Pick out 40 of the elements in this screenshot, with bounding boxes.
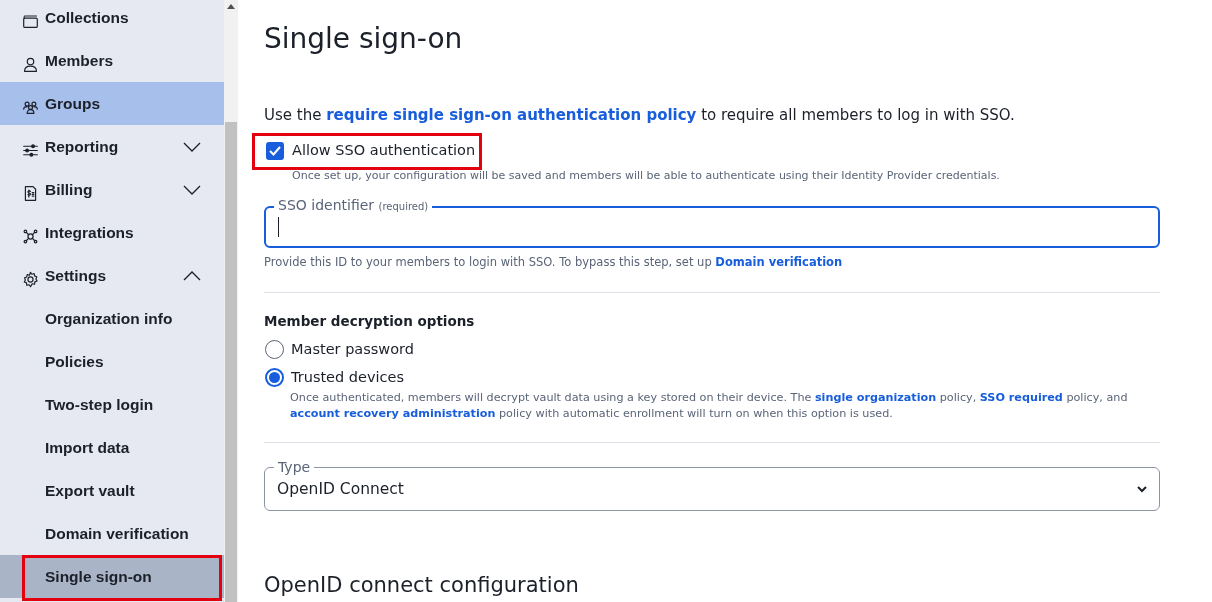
sidebar-item[interactable]: Domain verification — [0, 512, 224, 555]
text-cursor — [278, 217, 279, 238]
sidebar-item[interactable]: Integrations — [0, 211, 224, 254]
scroll-up-icon[interactable] — [227, 4, 235, 9]
link[interactable]: Domain verification — [715, 255, 843, 270]
link[interactable]: single organization — [814, 391, 937, 405]
sidebar-item[interactable]: Export vault — [0, 469, 224, 512]
option-description: Once authenticated, members will decrypt vault data using a key stored on their device. The single organization policy, SSO required policy, and account recovery administration policy with automatic enrollment will turn on when this option is used. — [289, 390, 1129, 423]
hint-text: Once set up, your configuration will be saved and members will be able to authenticate using their Identity Provider credentials. — [291, 167, 1001, 184]
link[interactable]: SSO required — [979, 391, 1063, 405]
page-title: Single sign-on — [264, 22, 464, 56]
checkbox-label: Allow SSO authentication — [292, 141, 476, 161]
sidebar-item[interactable]: Groups — [0, 82, 224, 125]
sidebar-item[interactable]: Billing — [0, 168, 224, 211]
sidebar-item[interactable]: Members — [0, 39, 224, 82]
section-heading: OpenID connect configuration — [264, 573, 580, 599]
radio-label: Master password — [291, 339, 414, 359]
chevron-icon — [182, 269, 202, 282]
link[interactable]: account recovery administration — [290, 407, 496, 421]
checkbox-row[interactable]: Allow SSO authentication — [252, 133, 483, 170]
sidebar-item[interactable]: Two-step login — [0, 383, 224, 426]
radio-button[interactable] — [265, 340, 284, 360]
sidebar-item[interactable]: Reporting — [0, 125, 224, 168]
sidebar-item[interactable]: Settings — [0, 254, 224, 297]
sidebar-item[interactable]: Single sign-on — [0, 555, 224, 598]
sidebar-item[interactable]: Import data — [0, 426, 224, 469]
sidebar-item[interactable]: Policies — [0, 340, 224, 383]
link[interactable]: require single sign-on authentication policy — [326, 105, 697, 124]
caret-icon — [1137, 485, 1147, 493]
radio-button[interactable] — [265, 367, 284, 387]
radio-label: Trusted devices — [291, 367, 405, 387]
select-value: OpenID Connect — [277, 478, 404, 500]
checkbox[interactable] — [266, 141, 284, 160]
help-text: Provide this ID to your members to login with SSO. To bypass this step, set up Domain verification — [264, 254, 844, 272]
intro-text: Use the require single sign-on authentication policy to require all members to log in with SSO. — [264, 104, 1016, 126]
section-label: Member decryption options — [264, 311, 476, 331]
sidebar-item[interactable]: Collections — [0, 0, 224, 39]
chevron-icon — [182, 183, 202, 196]
sidebar-item[interactable]: Organization info — [0, 297, 224, 340]
chevron-icon — [182, 140, 202, 153]
